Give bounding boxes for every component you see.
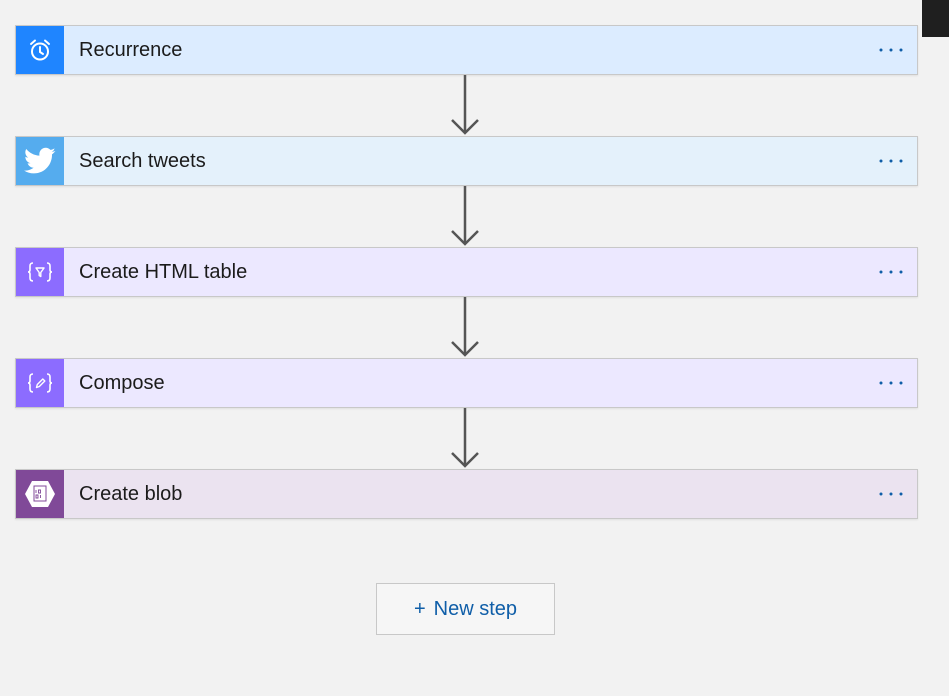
step-title: Search tweets xyxy=(79,149,206,172)
blob-storage-icon xyxy=(16,470,64,518)
flow-connector-arrow xyxy=(15,186,918,247)
ellipsis-icon xyxy=(879,270,903,274)
step-title: Create blob xyxy=(79,482,183,505)
step-card-create-html-table[interactable]: Create HTML table xyxy=(15,247,918,297)
new-step-button[interactable]: + New step xyxy=(376,583,555,635)
ellipsis-icon xyxy=(879,159,903,163)
more-options-button[interactable] xyxy=(871,137,911,185)
step-card-search-tweets[interactable]: Search tweets xyxy=(15,136,918,186)
new-step-label: New step xyxy=(433,597,518,620)
more-options-button[interactable] xyxy=(871,359,911,407)
ellipsis-icon xyxy=(879,48,903,52)
step-card-create-blob[interactable]: Create blob xyxy=(15,469,918,519)
plus-icon: + xyxy=(413,597,426,620)
alarm-clock-icon xyxy=(16,26,64,74)
flow-connector-arrow xyxy=(15,408,918,469)
more-options-button[interactable] xyxy=(871,248,911,296)
ellipsis-icon xyxy=(879,381,903,385)
flow-connector-arrow xyxy=(15,297,918,358)
ellipsis-icon xyxy=(879,492,903,496)
step-card-recurrence[interactable]: Recurrence xyxy=(15,25,918,75)
step-title: Create HTML table xyxy=(79,260,248,283)
more-options-button[interactable] xyxy=(871,26,911,74)
twitter-bird-icon xyxy=(16,137,64,185)
data-operation-icon xyxy=(16,248,64,296)
step-card-compose[interactable]: Compose xyxy=(15,358,918,408)
more-options-button[interactable] xyxy=(871,470,911,518)
compose-icon xyxy=(16,359,64,407)
step-title: Recurrence xyxy=(79,38,183,61)
corner-panel-tab[interactable] xyxy=(922,0,949,37)
flow-connector-arrow xyxy=(15,75,918,136)
step-title: Compose xyxy=(79,371,165,394)
flow-designer: Recurrence Search tweets Create HTML tab… xyxy=(15,25,918,519)
